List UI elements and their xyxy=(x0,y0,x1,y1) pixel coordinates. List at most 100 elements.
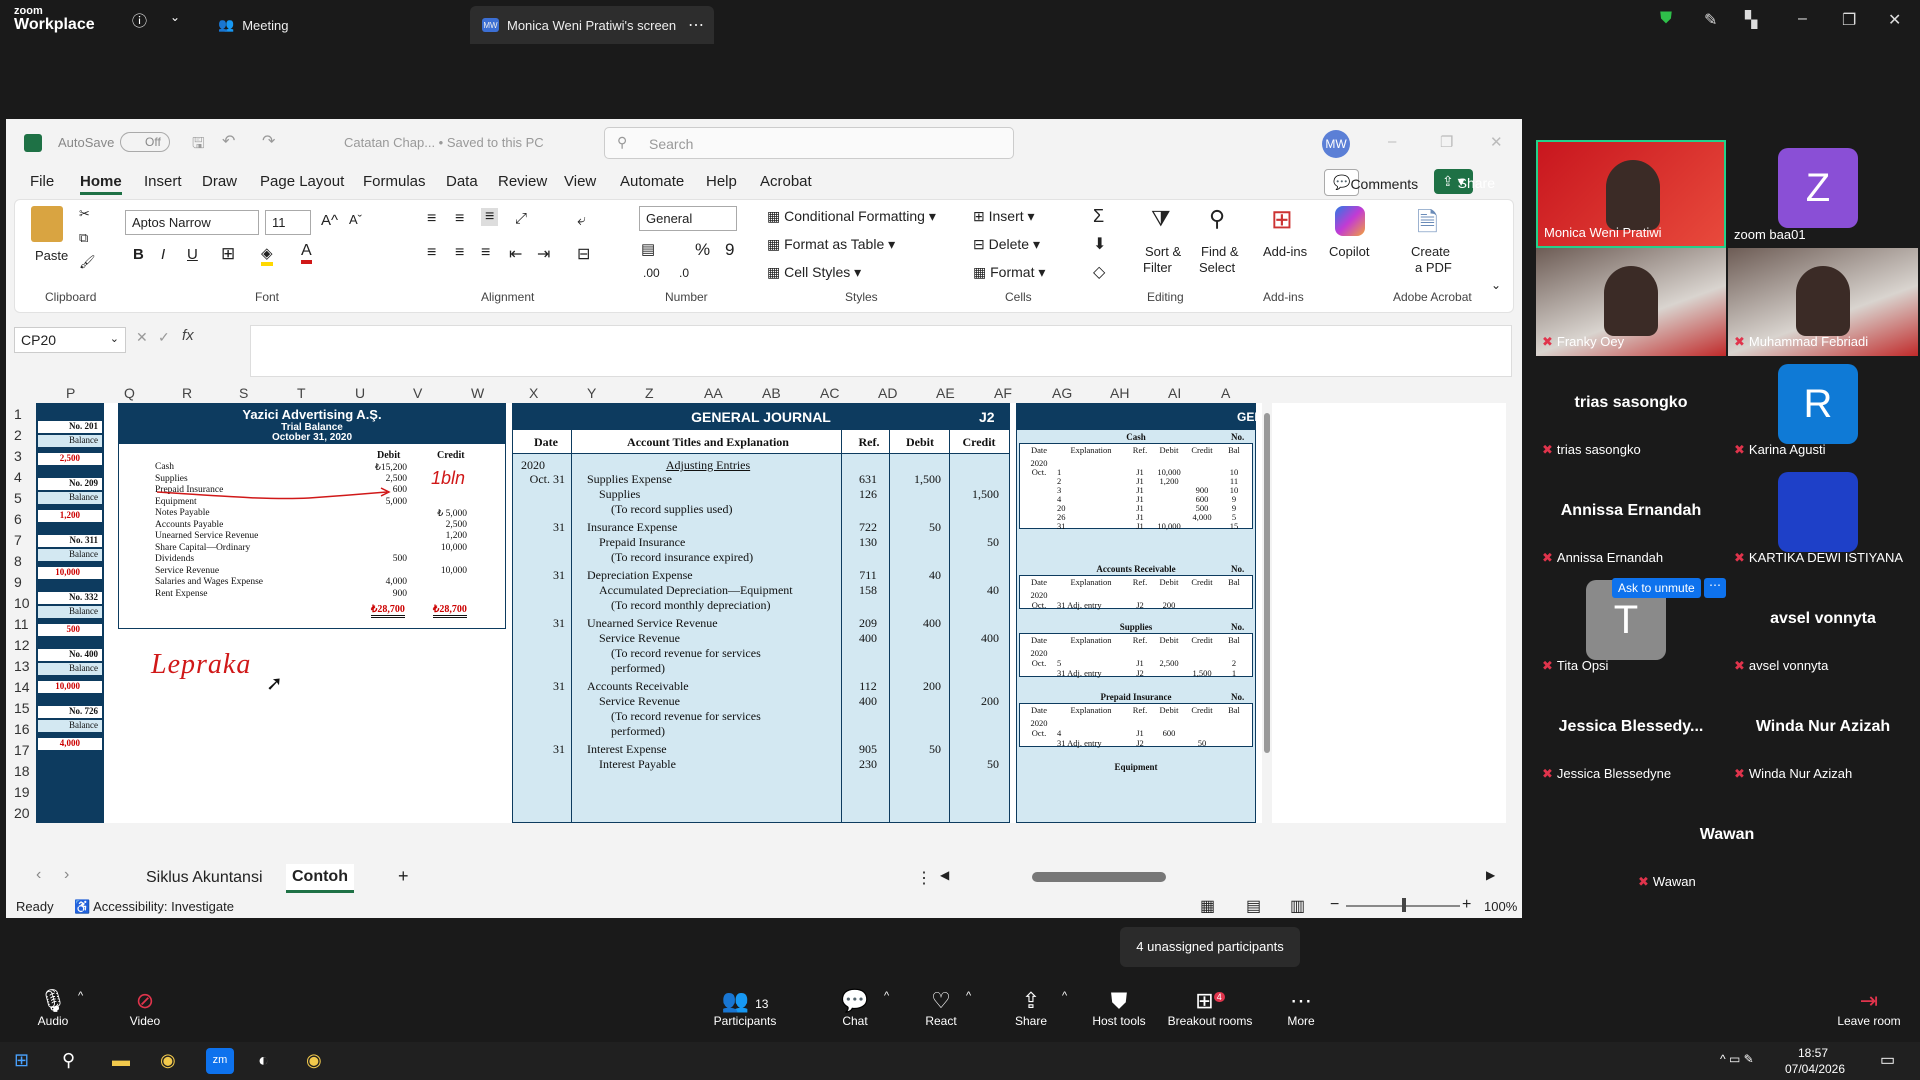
zoom-level[interactable]: 100% xyxy=(1484,899,1517,914)
redo-icon[interactable]: ↷ xyxy=(262,131,275,151)
sort-filter-icon[interactable]: ⧩ xyxy=(1151,206,1171,232)
align-top-icon[interactable]: ≡ xyxy=(427,210,436,228)
format-as-table-button[interactable]: ▦ Format as Table ▾ xyxy=(767,236,895,253)
font-name-select[interactable]: Aptos Narrow xyxy=(125,210,259,235)
column-header[interactable]: AB xyxy=(762,385,781,401)
share-tab[interactable]: MW Monica Weni Pratiwi's screen ⋯ xyxy=(470,6,714,44)
copilot-button[interactable]: Copilot xyxy=(1329,244,1369,259)
next-sheet-icon[interactable]: › xyxy=(64,866,69,884)
audio-button[interactable]: 🎙 Audio xyxy=(8,988,98,1028)
row-header[interactable]: 16 xyxy=(14,721,30,737)
participants-button[interactable]: 👥 13 Participants xyxy=(700,988,790,1028)
column-header[interactable]: AH xyxy=(1110,385,1129,401)
more-button[interactable]: ⋯ More xyxy=(1256,988,1346,1028)
worksheet-grid[interactable]: No. 201 Balance 2,500 No. 209 Balance 1,200 No… xyxy=(36,403,1506,823)
sheet-tab-contoh[interactable]: Contoh xyxy=(286,864,354,893)
collapse-ribbon-icon[interactable]: ⌄ xyxy=(1491,278,1501,292)
clear-icon[interactable]: ◇ xyxy=(1093,262,1105,282)
participant-tile[interactable]: R ✖ Karina Agusti xyxy=(1728,356,1918,464)
react-button[interactable]: ♡ React xyxy=(896,988,986,1028)
autosave-toggle[interactable]: Off xyxy=(120,132,170,152)
shrink-font-icon[interactable]: Aˇ xyxy=(349,212,362,227)
tab-view[interactable]: View xyxy=(564,173,596,190)
column-header[interactable]: W xyxy=(471,385,484,401)
close-icon[interactable]: ✕ xyxy=(1888,10,1901,30)
add-sheet-icon[interactable]: + xyxy=(398,866,409,887)
tab-file[interactable]: File xyxy=(30,173,54,190)
zoom-in-icon[interactable]: + xyxy=(1462,896,1471,914)
tile-more-icon[interactable]: ⋯ xyxy=(1704,578,1726,598)
tab-acrobat[interactable]: Acrobat xyxy=(760,173,812,190)
copy-icon[interactable]: ⧉ xyxy=(79,230,88,246)
tab-page-layout[interactable]: Page Layout xyxy=(260,173,344,190)
column-header[interactable]: R xyxy=(182,385,192,401)
conditional-formatting-button[interactable]: ▦ Conditional Formatting ▾ xyxy=(767,208,936,225)
align-middle-icon[interactable]: ≡ xyxy=(455,210,464,228)
restore-icon[interactable]: ❐ xyxy=(1440,133,1453,151)
accounting-format-icon[interactable]: ▤ xyxy=(641,240,655,258)
fill-color-icon[interactable]: ◈ xyxy=(261,244,273,266)
delete-cells-button[interactable]: ⊟ Delete ▾ xyxy=(973,236,1040,253)
sort-filter-label-1[interactable]: Sort & xyxy=(1145,244,1181,259)
cell-styles-button[interactable]: ▦ Cell Styles ▾ xyxy=(767,264,861,281)
chevron-down-icon[interactable]: ⌄ xyxy=(170,10,180,24)
video-button[interactable]: ⊘ Video xyxy=(100,988,190,1028)
copilot-icon[interactable] xyxy=(1335,206,1365,236)
insert-cells-button[interactable]: ⊞ Insert ▾ xyxy=(973,208,1035,225)
search-box[interactable]: ⚲ Search xyxy=(604,127,1014,159)
sort-filter-label-2[interactable]: Filter xyxy=(1143,260,1172,275)
layout-icon[interactable]: ▚ xyxy=(1745,10,1757,30)
row-header[interactable]: 17 xyxy=(14,742,30,758)
format-cells-button[interactable]: ▦ Format ▾ xyxy=(973,264,1045,281)
formula-bar[interactable] xyxy=(250,325,1512,377)
windows-start-icon[interactable]: ⊞ xyxy=(14,1050,29,1071)
row-header[interactable]: 19 xyxy=(14,784,30,800)
column-header[interactable]: Y xyxy=(587,385,596,401)
accessibility-status[interactable]: ♿ Accessibility: Investigate xyxy=(74,899,234,915)
cut-icon[interactable]: ✂ xyxy=(79,206,90,222)
participant-tile[interactable]: Monica Weni Pratiwi xyxy=(1536,140,1726,248)
align-bottom-icon[interactable]: ≡ xyxy=(481,208,499,226)
number-format-select[interactable]: General xyxy=(639,206,737,231)
row-header[interactable]: 7 xyxy=(14,532,22,548)
file-explorer-icon[interactable]: ▬ xyxy=(112,1050,130,1071)
column-header[interactable]: AF xyxy=(994,385,1012,401)
create-pdf-icon[interactable]: 🗎 xyxy=(1417,204,1438,248)
user-avatar[interactable]: MW xyxy=(1322,130,1350,158)
fill-icon[interactable]: ⬇ xyxy=(1093,234,1106,254)
save-icon[interactable]: 🖫 xyxy=(192,133,205,158)
bold-button[interactable]: B xyxy=(133,246,144,263)
cancel-formula-icon[interactable]: ✕ xyxy=(136,329,148,346)
column-header[interactable]: Z xyxy=(645,385,654,401)
merge-center-icon[interactable]: ⊟ xyxy=(577,244,590,264)
font-color-icon[interactable]: A xyxy=(301,242,312,264)
app-icon[interactable]: ◐ xyxy=(258,1050,269,1071)
breakout-rooms-button[interactable]: ⊞ 4 Breakout rooms xyxy=(1160,988,1260,1028)
share-options-icon[interactable]: ^ xyxy=(1062,990,1067,1002)
row-header[interactable]: 12 xyxy=(14,637,30,653)
decrease-decimal-icon[interactable]: .0 xyxy=(679,266,689,280)
add-ins-button[interactable]: Add-ins xyxy=(1263,244,1307,259)
zoom-slider-thumb[interactable] xyxy=(1402,898,1406,912)
column-header[interactable]: Q xyxy=(124,385,135,401)
italic-button[interactable]: I xyxy=(161,246,165,263)
tab-insert[interactable]: Insert xyxy=(144,173,182,190)
file-title[interactable]: Catatan Chap... • Saved to this PC xyxy=(344,135,544,150)
column-header[interactable]: AG xyxy=(1052,385,1072,401)
tab-data[interactable]: Data xyxy=(446,173,478,190)
column-header[interactable]: AE xyxy=(936,385,955,401)
comments-button[interactable]: 💬 Comments xyxy=(1324,169,1418,196)
column-header[interactable]: AI xyxy=(1168,385,1181,401)
participant-tile[interactable]: Annissa Ernandah ✖ Annissa Ernandah xyxy=(1536,464,1726,572)
chrome-icon[interactable]: ◉ xyxy=(160,1050,176,1071)
wrap-text-icon[interactable]: ⤶ xyxy=(577,212,586,230)
find-select-icon[interactable]: ⚲ xyxy=(1209,206,1225,232)
participant-tile[interactable]: ✖ Muhammad Febriadi xyxy=(1728,248,1918,356)
font-size-select[interactable]: 11 xyxy=(265,210,311,235)
clock-time[interactable]: 18:57 xyxy=(1788,1046,1838,1060)
column-header[interactable]: P xyxy=(66,385,75,401)
vertical-scroll-thumb[interactable] xyxy=(1264,413,1270,753)
react-options-icon[interactable]: ^ xyxy=(966,990,971,1002)
more-options-icon[interactable]: ⋯ xyxy=(688,15,704,35)
row-header[interactable]: 1 xyxy=(14,406,22,422)
